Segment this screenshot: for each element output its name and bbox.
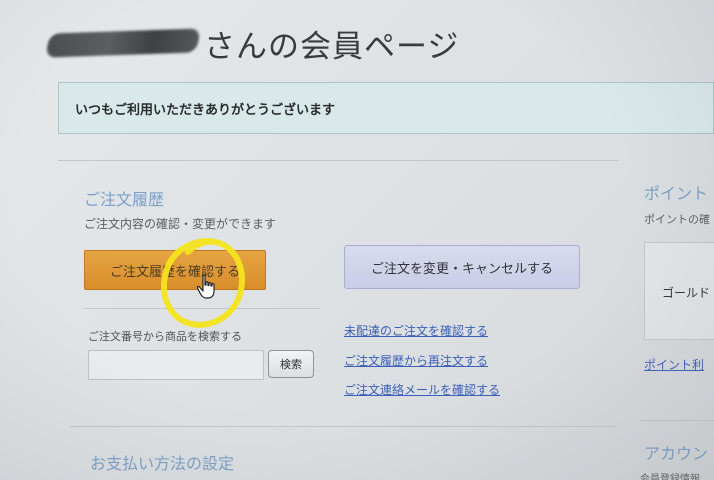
photo-vignette — [0, 0, 714, 480]
order-search-button[interactable]: 検索 — [268, 350, 314, 378]
order-search-input[interactable] — [88, 350, 264, 380]
orders-section-description: ご注文内容の確認・変更ができます — [84, 217, 277, 231]
view-order-history-button[interactable]: ご注文履歴を確認する — [84, 250, 266, 290]
account-section-title: アカウン — [644, 444, 709, 463]
points-rank-label: ゴールド — [662, 286, 711, 300]
welcome-notice: いつもご利用いただきありがとうございます — [58, 82, 714, 134]
orders-inner-divider — [84, 308, 320, 309]
page-header: さんの会員ページ — [45, 18, 460, 68]
order-search-label: ご注文番号から商品を検索する — [88, 330, 242, 343]
redacted-user-name — [45, 28, 201, 58]
link-undelivered-orders[interactable]: 未配達のご注文を確認する — [344, 322, 488, 339]
payment-section-title: お支払い方法の設定 — [90, 454, 235, 473]
right-divider — [640, 420, 714, 421]
orders-section-title: ご注文履歴 — [84, 190, 165, 209]
points-usage-link[interactable]: ポイント利 — [644, 356, 704, 373]
link-order-confirmation-emails[interactable]: ご注文連絡メールを確認する — [344, 381, 500, 398]
link-reorder-from-history[interactable]: ご注文履歴から再注文する — [344, 352, 488, 369]
section-divider — [70, 426, 615, 427]
account-section-subtitle: 会員登録情報 — [640, 474, 700, 480]
points-section-description: ポイントの確 — [644, 213, 710, 226]
points-section-title: ポイント — [644, 184, 709, 203]
screen: さんの会員ページ いつもご利用いただきありがとうございます ご注文履歴 ご注文内… — [0, 0, 714, 480]
change-cancel-order-button[interactable]: ご注文を変更・キャンセルする — [344, 245, 580, 289]
header-divider — [58, 160, 618, 161]
welcome-notice-text: いつもご利用いただきありがとうございます — [75, 102, 336, 118]
page-title: さんの会員ページ — [204, 28, 460, 65]
